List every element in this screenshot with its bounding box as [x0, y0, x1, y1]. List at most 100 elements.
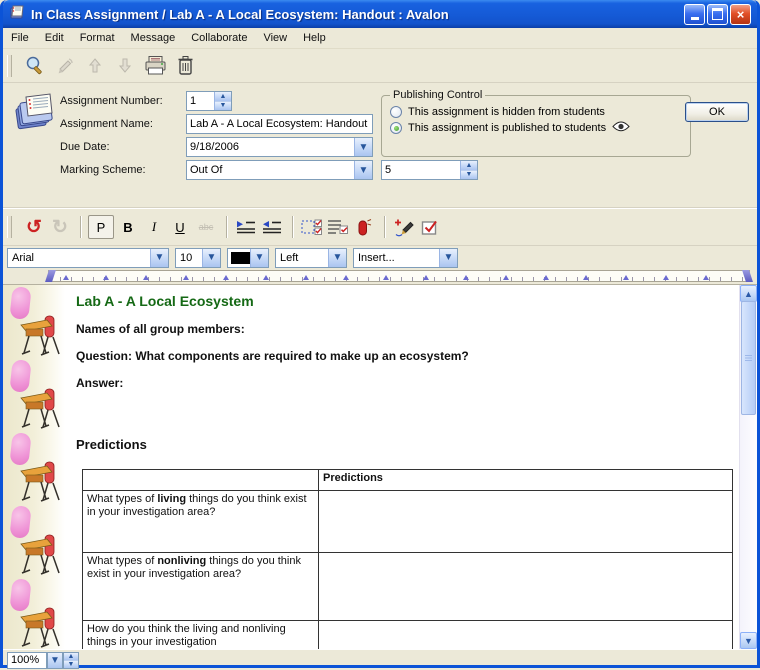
due-date-value: 9/18/2006 [187, 141, 354, 153]
menu-edit[interactable]: Edit [45, 32, 64, 44]
publishing-control-legend: Publishing Control [390, 89, 485, 101]
format-toolbar: ↺ ↻ P B I U abc [3, 208, 757, 246]
chevron-down-icon[interactable]: ▼ [354, 161, 372, 179]
answer-cell[interactable] [319, 621, 733, 650]
question-bold-text: living [157, 493, 186, 505]
assignment-stack-icon [14, 91, 56, 138]
spinner-buttons[interactable]: ▲▼ [460, 161, 477, 179]
alignment-combo[interactable]: Left ▼ [275, 248, 347, 268]
spin-up-icon[interactable]: ▲ [64, 653, 78, 660]
school-desk-icon [19, 315, 63, 362]
ruler-bar[interactable] [48, 270, 750, 282]
minimize-button[interactable] [684, 4, 705, 25]
hidden-option-row[interactable]: This assignment is hidden from students [390, 106, 682, 118]
insert-combo[interactable]: Insert... ▼ [353, 248, 458, 268]
spinner-buttons[interactable]: ▲▼ [214, 92, 231, 110]
chevron-down-icon[interactable]: ▼ [48, 653, 62, 668]
assignment-number-stepper[interactable]: 1 ▲▼ [186, 91, 232, 111]
spin-up-icon[interactable]: ▲ [215, 92, 231, 101]
assignment-name-field[interactable] [186, 114, 373, 134]
menu-file[interactable]: File [11, 32, 29, 44]
outdent-icon[interactable] [260, 215, 284, 239]
font-size-combo[interactable]: 10 ▼ [175, 248, 221, 268]
spin-down-icon[interactable]: ▼ [64, 660, 78, 668]
radio-selected-icon[interactable] [390, 122, 402, 134]
toolbar-grip[interactable] [7, 55, 12, 77]
answer-cell[interactable] [319, 491, 733, 553]
spin-down-icon[interactable]: ▼ [215, 101, 231, 111]
spinner-buttons[interactable]: ▲▼ [64, 653, 78, 668]
answer-cell[interactable] [319, 553, 733, 621]
chevron-down-icon[interactable]: ▼ [202, 249, 220, 267]
spin-down-icon[interactable]: ▼ [461, 170, 477, 180]
tab-stop-marker [223, 275, 229, 280]
school-desk-icon [19, 388, 63, 435]
marking-out-of-stepper[interactable]: 5 ▲▼ [381, 160, 478, 180]
menu-format[interactable]: Format [80, 32, 115, 44]
chevron-down-icon[interactable]: ▼ [328, 249, 346, 267]
zoom-dropdown-button[interactable]: ▼ [47, 652, 63, 669]
tab-stop-marker [503, 275, 509, 280]
zoom-value: 100% [8, 654, 46, 666]
scroll-up-icon[interactable]: ▲ [740, 285, 757, 302]
tab-stop-marker [423, 275, 429, 280]
bold-button[interactable]: B [116, 215, 140, 239]
question-text: What types of [87, 555, 157, 567]
chevron-down-icon[interactable]: ▼ [354, 138, 372, 156]
predictions-table: Predictions What types of living things … [82, 469, 733, 649]
toolbar-separator [80, 216, 82, 238]
font-combo[interactable]: Arial ▼ [7, 248, 169, 268]
indent-icon[interactable] [234, 215, 258, 239]
menu-message[interactable]: Message [131, 32, 176, 44]
add-annotation-icon[interactable] [392, 215, 416, 239]
insert-answer-box-icon[interactable] [300, 215, 324, 239]
record-audio-icon[interactable] [352, 215, 376, 239]
menu-bar: File Edit Format Message Collaborate Vie… [3, 28, 757, 49]
toolbar-separator [384, 216, 386, 238]
chevron-down-icon[interactable]: ▼ [150, 249, 168, 267]
zoom-control[interactable]: 100% ▼ ▲▼ [7, 652, 79, 669]
maximize-icon [712, 8, 723, 20]
vertical-scrollbar[interactable]: ▲ ▼ [739, 285, 757, 649]
scroll-down-icon[interactable]: ▼ [740, 632, 757, 649]
chevron-down-icon[interactable]: ▼ [439, 249, 457, 267]
delete-icon[interactable] [172, 53, 198, 79]
tab-stop-marker [463, 275, 469, 280]
chevron-down-icon[interactable]: ▼ [250, 249, 268, 267]
question-text: How do you think the living and nonlivin… [87, 623, 286, 648]
scrollbar-thumb[interactable] [741, 301, 756, 415]
font-color-combo[interactable]: ▼ [227, 248, 269, 268]
published-option-row[interactable]: This assignment is published to students [390, 121, 682, 135]
assignment-name-input[interactable] [187, 118, 372, 130]
school-desk-icon [19, 534, 63, 581]
underline-button[interactable]: U [168, 215, 192, 239]
zoom-stepper[interactable]: ▲▼ [63, 652, 79, 669]
checkbox-check-icon[interactable] [418, 215, 442, 239]
document-content[interactable]: Lab A - A Local Ecosystem Names of all g… [65, 285, 740, 649]
zoom-value-field[interactable]: 100% [7, 652, 47, 669]
zoom-icon[interactable] [22, 53, 48, 79]
paragraph-style-button[interactable]: P [88, 215, 114, 239]
undo-icon[interactable]: ↺ [22, 215, 46, 239]
toolbar-separator [292, 216, 294, 238]
assignment-number-label: Assignment Number: [60, 95, 186, 107]
spin-up-icon[interactable]: ▲ [461, 161, 477, 170]
print-icon[interactable] [142, 53, 168, 79]
question-text: What types of [87, 493, 157, 505]
maximize-button[interactable] [707, 4, 728, 25]
marking-scheme-combo[interactable]: Out Of ▼ [186, 160, 373, 180]
left-margin-marker[interactable] [45, 270, 56, 282]
right-margin-marker[interactable] [742, 270, 753, 282]
minimize-icon [691, 17, 699, 20]
radio-unselected-icon[interactable] [390, 106, 402, 118]
tab-stop-marker [663, 275, 669, 280]
due-date-combo[interactable]: 9/18/2006 ▼ [186, 137, 373, 157]
menu-help[interactable]: Help [303, 32, 326, 44]
toolbar-grip[interactable] [7, 216, 12, 238]
italic-button[interactable]: I [142, 215, 166, 239]
menu-collaborate[interactable]: Collaborate [191, 32, 247, 44]
insert-answer-lines-icon[interactable] [326, 215, 350, 239]
ok-button[interactable]: OK [685, 102, 749, 122]
menu-view[interactable]: View [263, 32, 287, 44]
close-button[interactable]: × [730, 4, 751, 25]
